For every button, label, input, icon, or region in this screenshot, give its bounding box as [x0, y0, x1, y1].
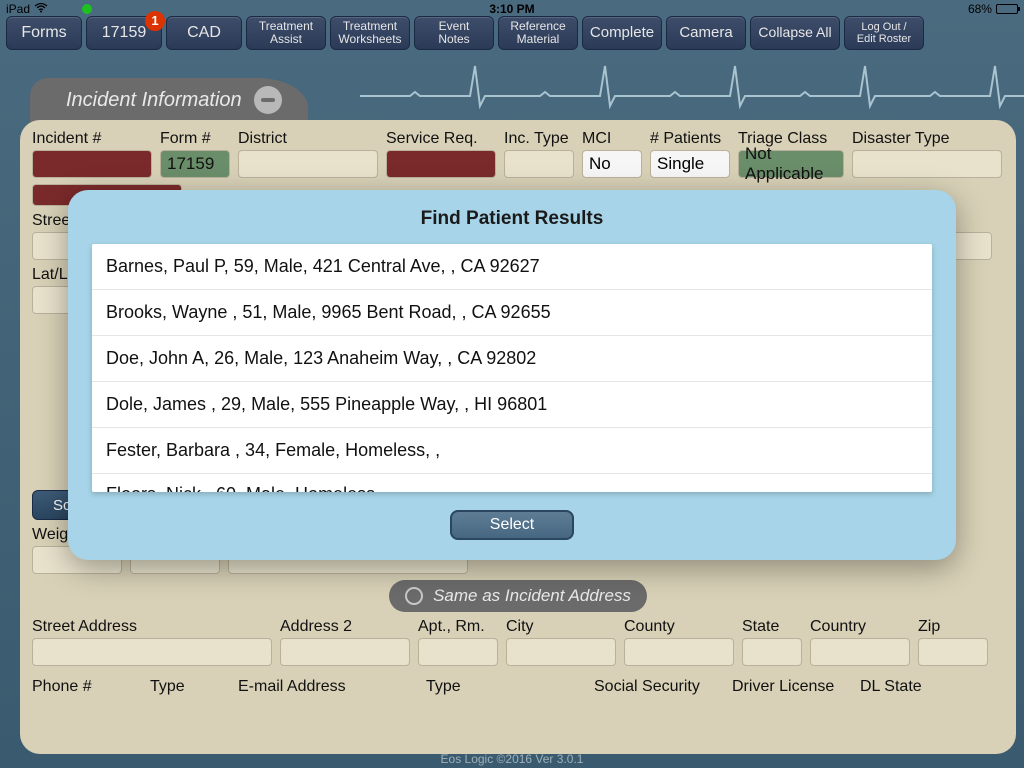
- patient-result-row[interactable]: Doe, John A, 26, Male, 123 Anaheim Way, …: [92, 336, 932, 382]
- select-button[interactable]: Select: [450, 510, 574, 540]
- patient-result-row[interactable]: Barnes, Paul P, 59, Male, 421 Central Av…: [92, 244, 932, 290]
- patient-result-row[interactable]: Dole, James , 29, Male, 555 Pineapple Wa…: [92, 382, 932, 428]
- modal-title: Find Patient Results: [92, 208, 932, 230]
- modal-overlay: Find Patient Results Barnes, Paul P, 59,…: [0, 0, 1024, 768]
- find-patient-modal: Find Patient Results Barnes, Paul P, 59,…: [68, 190, 956, 560]
- footer-version: Eos Logic ©2016 Ver 3.0.1: [0, 752, 1024, 766]
- patient-result-row[interactable]: Fester, Barbara , 34, Female, Homeless, …: [92, 428, 932, 474]
- patient-results-list[interactable]: Barnes, Paul P, 59, Male, 421 Central Av…: [92, 244, 932, 492]
- patient-result-row[interactable]: Brooks, Wayne , 51, Male, 9965 Bent Road…: [92, 290, 932, 336]
- patient-result-row[interactable]: Floors, Nick , 60, Male, Homeless, ,: [92, 474, 932, 492]
